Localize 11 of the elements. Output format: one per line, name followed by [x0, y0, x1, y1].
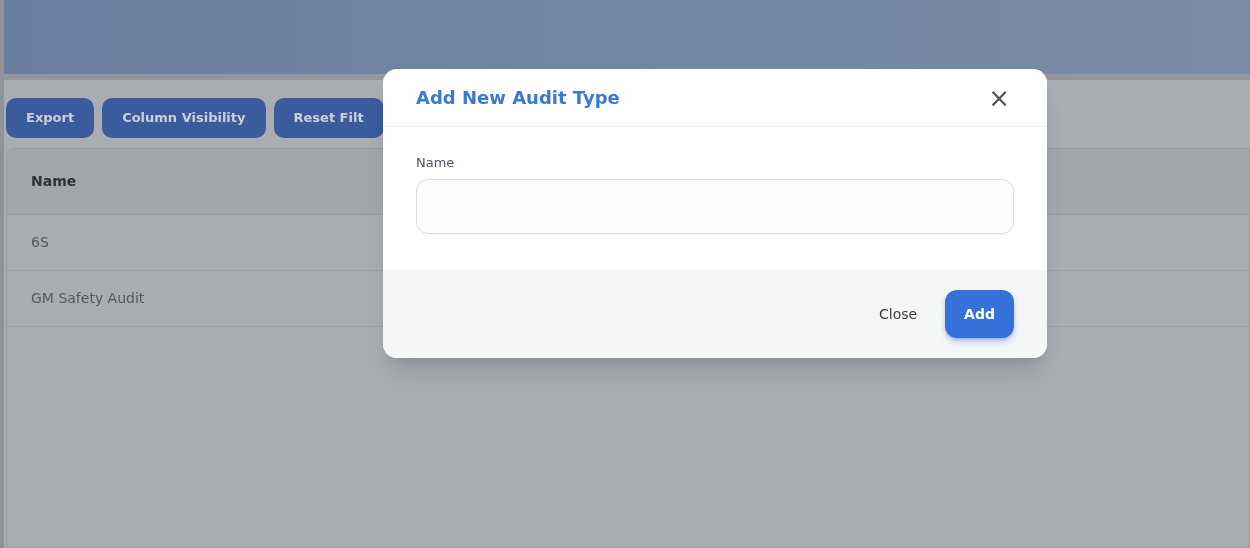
close-button[interactable]: Close — [862, 290, 934, 338]
add-button[interactable]: Add — [945, 290, 1014, 338]
name-input[interactable] — [416, 178, 1014, 234]
modal-title: Add New Audit Type — [416, 86, 620, 110]
column-header: Name — [30, 172, 77, 191]
table-cell-text: 6S — [30, 233, 49, 252]
toolbar-button[interactable]: Export — [6, 98, 95, 138]
table-cell-text: GM Safety Audit — [30, 289, 145, 308]
toolbar-button[interactable]: Reset Filt — [273, 98, 384, 138]
toolbar-button[interactable]: Column Visibility — [102, 98, 266, 138]
field-label: Name — [416, 154, 456, 172]
